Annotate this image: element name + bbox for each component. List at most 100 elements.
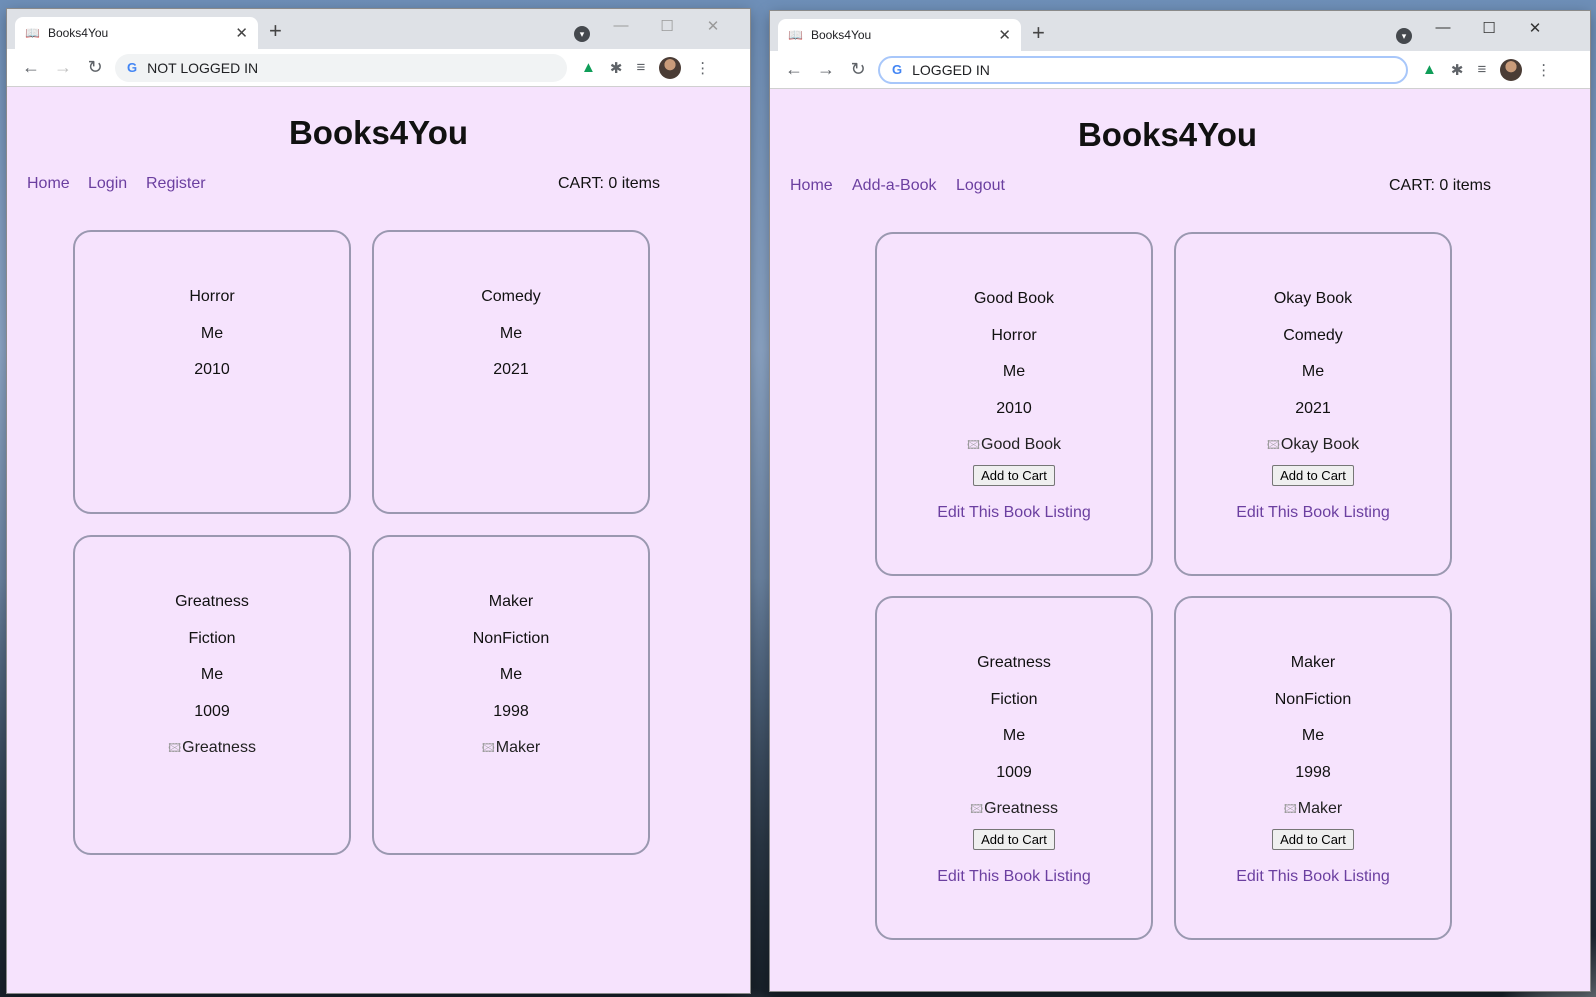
new-tab-plus-icon[interactable]: + <box>1032 22 1045 44</box>
book-title: Maker <box>488 593 534 610</box>
book-year: 1009 <box>996 763 1032 781</box>
edit-book-link[interactable]: Edit This Book Listing <box>877 504 1151 522</box>
media-queue-icon[interactable]: ≡ <box>636 59 645 76</box>
book-genre: NonFiction <box>1274 690 1352 708</box>
close-icon[interactable]: ✕ <box>690 17 736 35</box>
book-author: Me <box>1301 727 1325 744</box>
book-year: 1009 <box>194 702 230 720</box>
nav-register-link[interactable]: Register <box>146 175 206 193</box>
drive-icon[interactable]: ▲ <box>1422 61 1437 78</box>
site-title: Books4You <box>288 114 469 151</box>
tab-title: Books4You <box>47 26 109 40</box>
book-cover-image: Greatness <box>75 730 349 766</box>
arrow-right-icon[interactable]: → <box>810 59 842 80</box>
tab-title: Books4You <box>810 28 872 42</box>
browser-tab[interactable]: 📖 Books4You ✕ <box>15 17 258 49</box>
window-controls: — ☐ ✕ <box>598 17 736 35</box>
browser-window-logged-in: 📖 Books4You ✕ + ▾ — ☐ ✕ ← → ↻ G LOGGED I… <box>770 11 1590 991</box>
more-vertical-icon[interactable]: ⋮ <box>695 59 710 77</box>
book-year: 2010 <box>194 361 230 378</box>
book-card: Okay Book Comedy Me 2021 Okay Book Add t… <box>1174 232 1452 576</box>
browser-toolbar: ← → ↻ G NOT LOGGED IN ▲ ✱ ≡ ⋮ <box>7 49 750 87</box>
book-author: Me <box>200 666 224 683</box>
book-card: Comedy Me 2021 <box>372 230 650 514</box>
maximize-icon[interactable]: ☐ <box>644 17 690 35</box>
nav-home-link[interactable]: Home <box>790 177 833 195</box>
site-nav: Home Add-a-Book Logout CART: 0 items <box>770 177 1590 207</box>
book-author: Me <box>200 324 224 342</box>
browser-tab[interactable]: 📖 Books4You ✕ <box>778 19 1021 51</box>
avatar[interactable] <box>659 56 682 79</box>
more-vertical-icon[interactable]: ⋮ <box>1536 61 1551 79</box>
book-title: Maker <box>1290 654 1336 671</box>
book-author: Me <box>499 324 523 342</box>
google-icon: G <box>892 62 903 77</box>
add-to-cart-button[interactable]: Add to Cart <box>1272 829 1354 850</box>
tab-search-chevron-down-icon[interactable]: ▾ <box>1396 28 1412 44</box>
book-author: Me <box>499 666 523 683</box>
cart-status: CART: 0 items <box>1389 177 1491 194</box>
puzzle-icon[interactable]: ✱ <box>1451 61 1464 79</box>
book-genre: Horror <box>189 288 235 305</box>
edit-book-link[interactable]: Edit This Book Listing <box>1176 504 1450 522</box>
tab-search-chevron-down-icon[interactable]: ▾ <box>574 26 590 42</box>
book-author: Me <box>1002 727 1026 744</box>
page-content: Books4You Home Add-a-Book Logout CART: 0… <box>770 89 1590 991</box>
nav-add-a-book-link[interactable]: Add-a-Book <box>852 177 937 195</box>
add-to-cart-button[interactable]: Add to Cart <box>973 829 1055 850</box>
book-cover-image: Greatness <box>877 791 1151 827</box>
edit-book-link[interactable]: Edit This Book Listing <box>1176 868 1450 886</box>
book-year: 1998 <box>1295 763 1331 781</box>
new-tab-plus-icon[interactable]: + <box>269 20 282 42</box>
minimize-icon[interactable]: — <box>598 17 644 35</box>
address-bar[interactable]: G NOT LOGGED IN <box>115 53 567 82</box>
arrow-left-icon[interactable]: ← <box>778 59 810 80</box>
nav-login-link[interactable]: Login <box>88 175 127 193</box>
book-genre: NonFiction <box>472 629 550 647</box>
tab-strip: 📖 Books4You ✕ + ▾ — ☐ ✕ <box>770 11 1590 51</box>
address-bar[interactable]: G LOGGED IN <box>878 55 1408 84</box>
browser-window-not-logged-in: 📖 Books4You ✕ + ▾ — ☐ ✕ ← → ↻ G NOT LOGG… <box>7 9 750 993</box>
arrow-right-icon[interactable]: → <box>47 57 79 78</box>
tab-close-icon[interactable]: ✕ <box>998 26 1011 44</box>
book-title: Greatness <box>977 654 1051 671</box>
page-content: Books4You Home Login Register CART: 0 it… <box>7 87 750 993</box>
site-nav: Home Login Register CART: 0 items <box>7 175 750 205</box>
address-text: LOGGED IN <box>912 61 990 78</box>
book-title: Greatness <box>175 593 249 610</box>
book-year: 1998 <box>493 702 529 720</box>
book-genre: Fiction <box>990 690 1038 708</box>
book-card: Greatness Fiction Me 1009 Greatness Add … <box>875 596 1153 940</box>
maximize-icon[interactable]: ☐ <box>1466 19 1512 37</box>
media-queue-icon[interactable]: ≡ <box>1477 61 1486 78</box>
arrow-left-icon[interactable]: ← <box>15 57 47 78</box>
minimize-icon[interactable]: — <box>1420 19 1466 37</box>
book-cover-image: Maker <box>374 730 648 766</box>
book-icon: 📖 <box>25 26 40 40</box>
reload-icon[interactable]: ↻ <box>842 59 874 80</box>
book-year: 2010 <box>996 399 1032 417</box>
add-to-cart-button[interactable]: Add to Cart <box>1272 465 1354 486</box>
book-cover-image: Good Book <box>877 427 1151 463</box>
nav-home-link[interactable]: Home <box>27 175 70 193</box>
book-genre: Comedy <box>481 288 541 305</box>
tab-strip: 📖 Books4You ✕ + ▾ — ☐ ✕ <box>7 9 750 49</box>
puzzle-icon[interactable]: ✱ <box>610 59 623 77</box>
cart-status: CART: 0 items <box>558 175 660 192</box>
book-genre: Horror <box>991 326 1037 344</box>
book-icon: 📖 <box>788 28 803 42</box>
book-title: Good Book <box>973 290 1055 307</box>
avatar[interactable] <box>1500 58 1523 81</box>
book-card: Maker NonFiction Me 1998 Maker Add to Ca… <box>1174 596 1452 940</box>
close-icon[interactable]: ✕ <box>1512 19 1558 37</box>
add-to-cart-button[interactable]: Add to Cart <box>973 465 1055 486</box>
book-author: Me <box>1002 363 1026 380</box>
edit-book-link[interactable]: Edit This Book Listing <box>877 868 1151 886</box>
book-card: Maker NonFiction Me 1998 Maker <box>372 535 650 855</box>
window-controls: — ☐ ✕ <box>1420 19 1558 37</box>
book-author: Me <box>1301 363 1325 380</box>
nav-logout-link[interactable]: Logout <box>956 177 1005 195</box>
reload-icon[interactable]: ↻ <box>79 57 111 78</box>
drive-icon[interactable]: ▲ <box>581 59 596 76</box>
tab-close-icon[interactable]: ✕ <box>235 24 248 42</box>
